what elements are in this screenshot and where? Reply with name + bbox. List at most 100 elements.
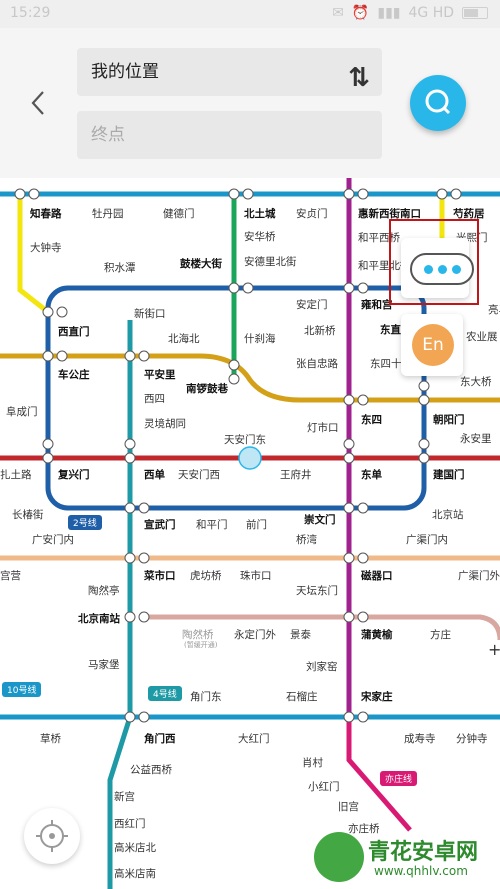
station-label[interactable]: 角门东 bbox=[190, 689, 222, 704]
network-label: 4G HD bbox=[408, 5, 454, 21]
station-label[interactable]: 旧宫 bbox=[338, 799, 359, 814]
station-label[interactable]: 大钟寺 bbox=[30, 240, 62, 255]
station-label[interactable]: 北京南站 bbox=[78, 611, 120, 626]
start-field[interactable]: 我的位置 ⇅ bbox=[77, 48, 382, 96]
station-label[interactable]: 蒲黄榆 bbox=[361, 627, 393, 642]
station-label[interactable]: 小红门 bbox=[308, 779, 340, 794]
swap-icon[interactable]: ⇅ bbox=[348, 54, 370, 102]
station-label[interactable]: 角门西 bbox=[144, 731, 176, 746]
station-label[interactable]: 北新桥 bbox=[304, 323, 336, 338]
station-label[interactable]: 陶然亭 bbox=[88, 583, 120, 598]
station-label[interactable]: 健德门 bbox=[163, 206, 195, 221]
station-label[interactable]: 张自忠路 bbox=[296, 356, 338, 371]
locate-button[interactable] bbox=[24, 808, 80, 864]
station-label[interactable]: 公益西桥 bbox=[130, 762, 172, 777]
station-label[interactable]: 安华桥 bbox=[244, 229, 276, 244]
station-label[interactable]: 石榴庄 bbox=[286, 689, 318, 704]
station-label[interactable]: 知春路 bbox=[30, 206, 62, 221]
station-label[interactable]: 珠市口 bbox=[240, 568, 272, 583]
station-label[interactable]: 广渠门外 bbox=[458, 568, 500, 583]
station-label[interactable]: 北土城 bbox=[244, 206, 276, 221]
station-label[interactable]: 菜市口 bbox=[144, 568, 176, 583]
station-label[interactable]: 西直门 bbox=[58, 324, 90, 339]
station-label[interactable]: 景泰 bbox=[290, 627, 311, 642]
station-label[interactable]: 天坛东门 bbox=[296, 583, 338, 598]
station-label[interactable]: 宋家庄 bbox=[361, 689, 393, 704]
station-label[interactable]: 灯市口 bbox=[307, 420, 339, 435]
station-label[interactable]: 西四 bbox=[144, 391, 165, 406]
station-label[interactable]: 肖村 bbox=[302, 755, 323, 770]
station-label[interactable]: 长椿街 bbox=[12, 507, 44, 522]
station-label[interactable]: 崇文门 bbox=[304, 512, 336, 527]
end-field[interactable]: 终点 bbox=[77, 111, 382, 159]
station-label[interactable]: 分钟寺 bbox=[456, 731, 488, 746]
station-label[interactable]: 大红门 bbox=[238, 731, 270, 746]
station-label[interactable]: 什刹海 bbox=[244, 331, 276, 346]
line-tag: 10号线 bbox=[2, 682, 42, 697]
station-label[interactable]: 北京站 bbox=[432, 507, 464, 522]
watermark-title: 青花安卓网 bbox=[368, 840, 479, 865]
station-label[interactable]: 永安里 bbox=[460, 431, 492, 446]
search-button[interactable] bbox=[410, 75, 466, 131]
station-label[interactable]: 宫营 bbox=[0, 568, 21, 583]
station-label[interactable]: 刘家窑 bbox=[306, 659, 338, 674]
station-label[interactable]: 草桥 bbox=[40, 731, 61, 746]
station-label[interactable]: 平安里 bbox=[144, 367, 176, 382]
zoom-in-icon[interactable]: + bbox=[488, 640, 500, 659]
station-label[interactable]: 磁器口 bbox=[361, 568, 393, 583]
station-label[interactable]: 新街口 bbox=[134, 306, 166, 321]
station-label[interactable]: 西单 bbox=[144, 467, 165, 482]
station-label[interactable]: 广渠门内 bbox=[406, 532, 448, 547]
station-label[interactable]: 成寿寺 bbox=[404, 731, 436, 746]
station-label[interactable]: 北海北 bbox=[168, 331, 200, 346]
station-label[interactable]: 建国门 bbox=[433, 467, 465, 482]
station-label[interactable]: 宣武门 bbox=[144, 517, 176, 532]
station-label[interactable]: 朝阳门 bbox=[433, 412, 465, 427]
station-label[interactable]: 方庄 bbox=[430, 627, 451, 642]
station-label[interactable]: 前门 bbox=[246, 517, 267, 532]
back-arrow-icon[interactable] bbox=[24, 88, 54, 118]
station-label[interactable]: 马家堡 bbox=[88, 657, 120, 672]
station-label[interactable]: 东单 bbox=[361, 467, 382, 482]
line-tag: 亦庄线 bbox=[380, 771, 418, 786]
station-label[interactable]: 亮马 bbox=[488, 302, 500, 317]
station-label[interactable]: 东直 bbox=[380, 322, 401, 337]
alarm-icon: ⏰ bbox=[351, 5, 370, 21]
station-label[interactable]: 广安门内 bbox=[32, 532, 74, 547]
station-label[interactable]: 西红门 bbox=[114, 816, 146, 831]
station-label[interactable]: 高米店北 bbox=[114, 840, 156, 855]
station-label[interactable]: 南锣鼓巷 bbox=[186, 381, 228, 396]
station-label[interactable]: 天安门西 bbox=[178, 467, 220, 482]
station-label[interactable]: 高米店南 bbox=[114, 866, 156, 881]
station-label[interactable]: 灵境胡同 bbox=[144, 416, 186, 431]
status-time: 15:29 bbox=[10, 5, 51, 21]
language-toggle-button[interactable]: En bbox=[412, 324, 454, 366]
station-label[interactable]: 东四 bbox=[361, 412, 382, 427]
station-label[interactable]: 东大桥 bbox=[460, 374, 492, 389]
status-bar: 15:29 ✉ ⏰ ▮▮▮ 4G HD bbox=[0, 0, 500, 28]
station-label[interactable]: 雍和宫 bbox=[361, 297, 393, 312]
line-tag: 4号线 bbox=[148, 686, 182, 701]
station-label[interactable]: 王府井 bbox=[280, 467, 312, 482]
station-label[interactable]: 安定门 bbox=[296, 297, 328, 312]
station-label[interactable]: 天安门东 bbox=[224, 432, 266, 447]
station-label[interactable]: 农业展 bbox=[466, 329, 498, 344]
end-field-placeholder: 终点 bbox=[91, 125, 125, 145]
station-label[interactable]: 鼓楼大街 bbox=[180, 256, 222, 271]
station-label[interactable]: 复兴门 bbox=[58, 467, 90, 482]
station-label[interactable]: 永定门外 bbox=[234, 627, 276, 642]
station-label[interactable]: 虎坊桥 bbox=[190, 568, 222, 583]
station-label[interactable]: 积水潭 bbox=[104, 260, 136, 275]
station-label[interactable]: 东四十 bbox=[370, 356, 402, 371]
station-label[interactable]: 和平门 bbox=[196, 517, 228, 532]
station-label[interactable]: 新宫 bbox=[114, 789, 135, 804]
route-header: 我的位置 ⇅ 终点 bbox=[0, 28, 500, 178]
current-location-marker bbox=[238, 446, 262, 470]
station-label[interactable]: 安贞门 bbox=[296, 206, 328, 221]
station-label[interactable]: 阜成门 bbox=[6, 404, 38, 419]
station-label[interactable]: 牡丹园 bbox=[92, 206, 124, 221]
station-label[interactable]: 桥湾 bbox=[296, 532, 317, 547]
station-label[interactable]: 车公庄 bbox=[58, 367, 90, 382]
station-label[interactable]: 安德里北街 bbox=[244, 254, 297, 269]
station-label[interactable]: 扎土路 bbox=[0, 467, 32, 482]
